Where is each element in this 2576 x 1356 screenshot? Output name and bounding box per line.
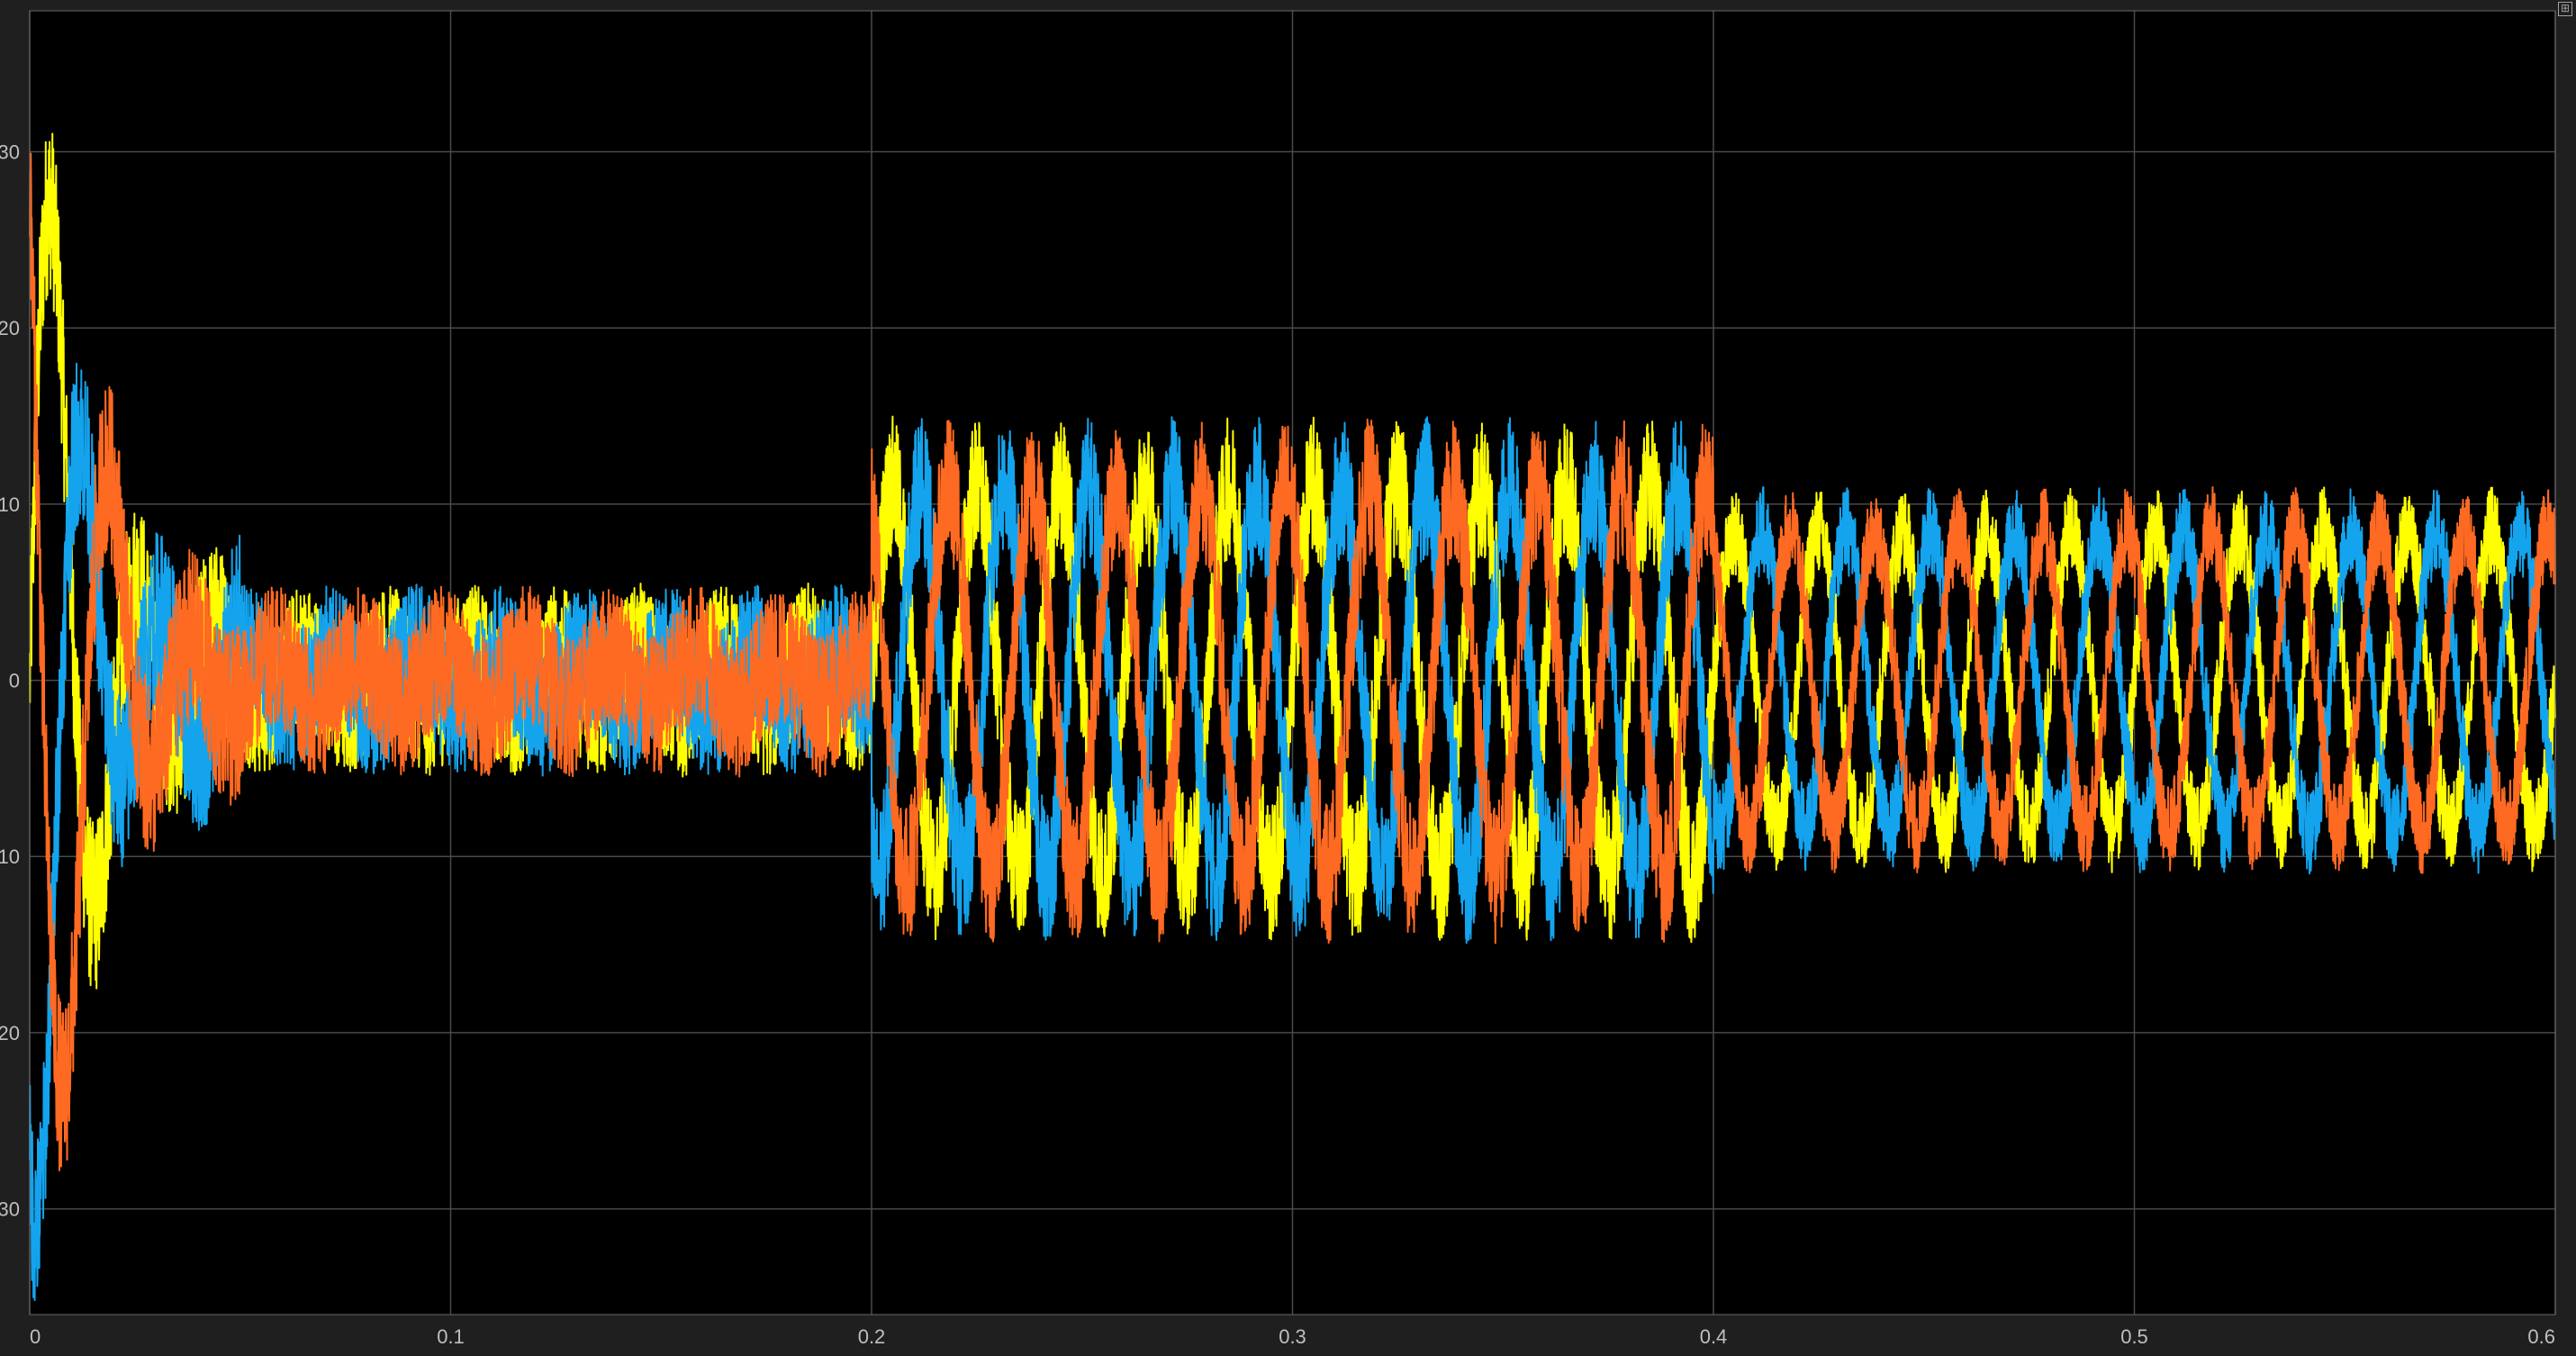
x-tick-label: 0.3 — [1279, 1325, 1306, 1348]
x-tick-label: 0.1 — [437, 1325, 465, 1348]
y-tick-label: 20 — [0, 1022, 20, 1044]
x-tick-label: 0.5 — [2120, 1325, 2148, 1348]
x-tick-label: 0.2 — [858, 1325, 886, 1348]
y-tick-label: 20 — [0, 317, 20, 339]
scope-plot[interactable]: 0 0.1 0.2 0.3 0.4 0.5 0.6 30 20 10 0 10 20 30 — [0, 0, 2576, 1356]
y-tick-label: 30 — [0, 141, 20, 164]
y-tick-label: 10 — [0, 845, 20, 868]
y-tick-label: 0 — [9, 670, 20, 692]
y-tick-label: 10 — [0, 493, 20, 516]
x-tick-label: 0.4 — [1700, 1325, 1728, 1348]
restore-axes-icon[interactable]: ⊞ — [2558, 2, 2572, 16]
x-tick-label: 0.6 — [2527, 1325, 2555, 1348]
scope-window: 0 0.1 0.2 0.3 0.4 0.5 0.6 30 20 10 0 10 20 30 ⊞ — [0, 0, 2576, 1356]
x-tick-label: 0 — [30, 1325, 41, 1348]
y-tick-label: 30 — [0, 1198, 20, 1221]
